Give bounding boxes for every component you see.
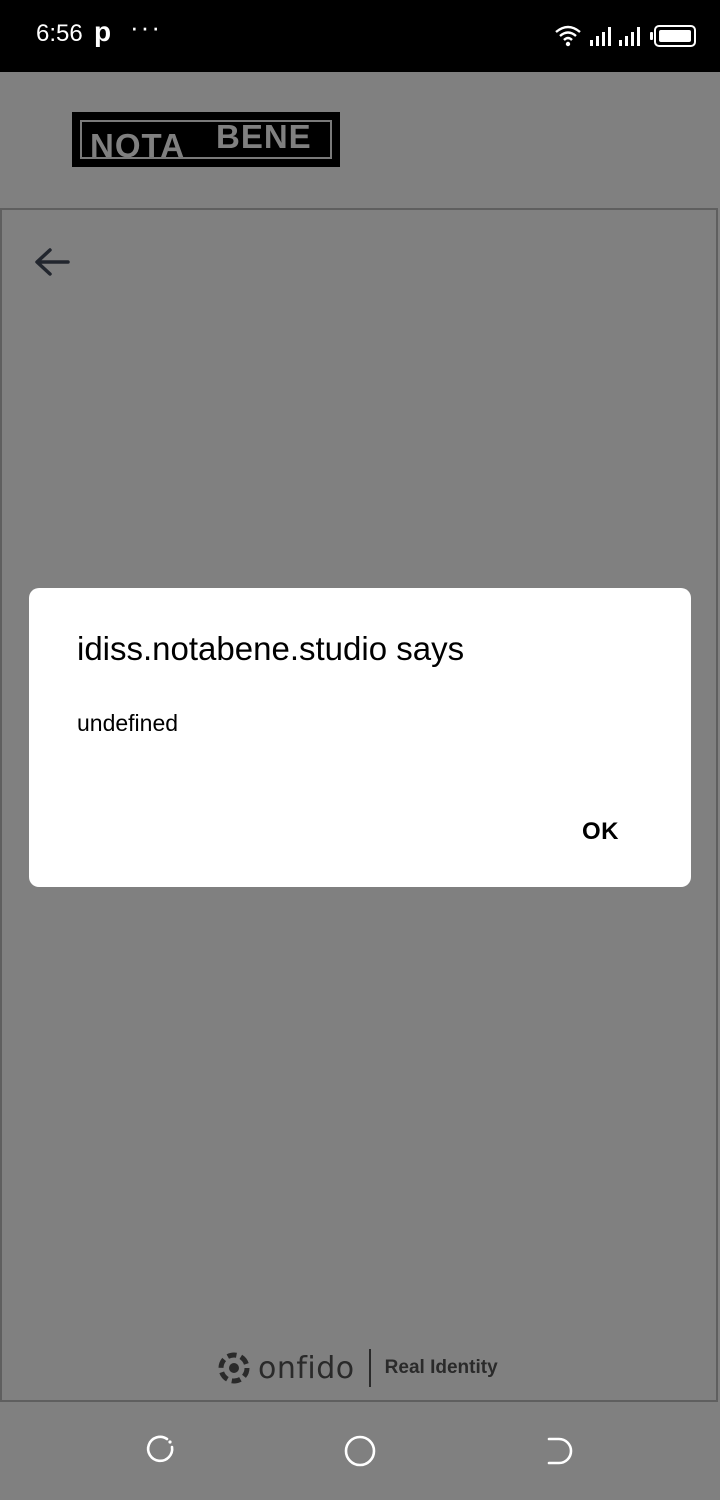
dialog-message: undefined	[77, 710, 179, 736]
alert-dialog: idiss.notabene.studio says undefined OK	[29, 588, 691, 887]
ok-button[interactable]: OK	[570, 814, 631, 850]
onfido-logo-icon	[218, 1352, 250, 1384]
nav-back-button[interactable]	[543, 1434, 577, 1468]
recents-icon	[146, 1435, 174, 1463]
status-time: 6:56	[36, 20, 83, 47]
home-button[interactable]	[343, 1434, 377, 1468]
notabene-logo: NOTA BENE	[72, 112, 340, 167]
back-button[interactable]	[32, 244, 72, 280]
signal-icon-2	[619, 26, 640, 46]
dialog-title: idiss.notabene.studio says	[77, 630, 465, 667]
logo-text-bene: BENE	[216, 118, 312, 155]
signal-icon-1	[590, 26, 611, 46]
recents-button[interactable]	[143, 1434, 177, 1468]
status-icons	[554, 22, 696, 50]
more-notifications-icon: ···	[130, 12, 162, 42]
arrow-left-icon	[35, 248, 70, 276]
wifi-icon	[555, 25, 581, 47]
status-bar: 6:56 p ···	[0, 0, 720, 72]
app-notification-icon: p	[94, 16, 112, 47]
back-nav-icon	[547, 1437, 573, 1465]
onfido-brand: onfido	[258, 1350, 355, 1386]
logo-text-nota: NOTA	[90, 127, 186, 164]
footer-divider	[368, 1349, 371, 1387]
onfido-tagline: Real Identity	[384, 1357, 498, 1378]
battery-icon	[650, 25, 696, 47]
onfido-footer: onfido Real Identity	[218, 1348, 498, 1388]
home-icon	[344, 1435, 376, 1467]
